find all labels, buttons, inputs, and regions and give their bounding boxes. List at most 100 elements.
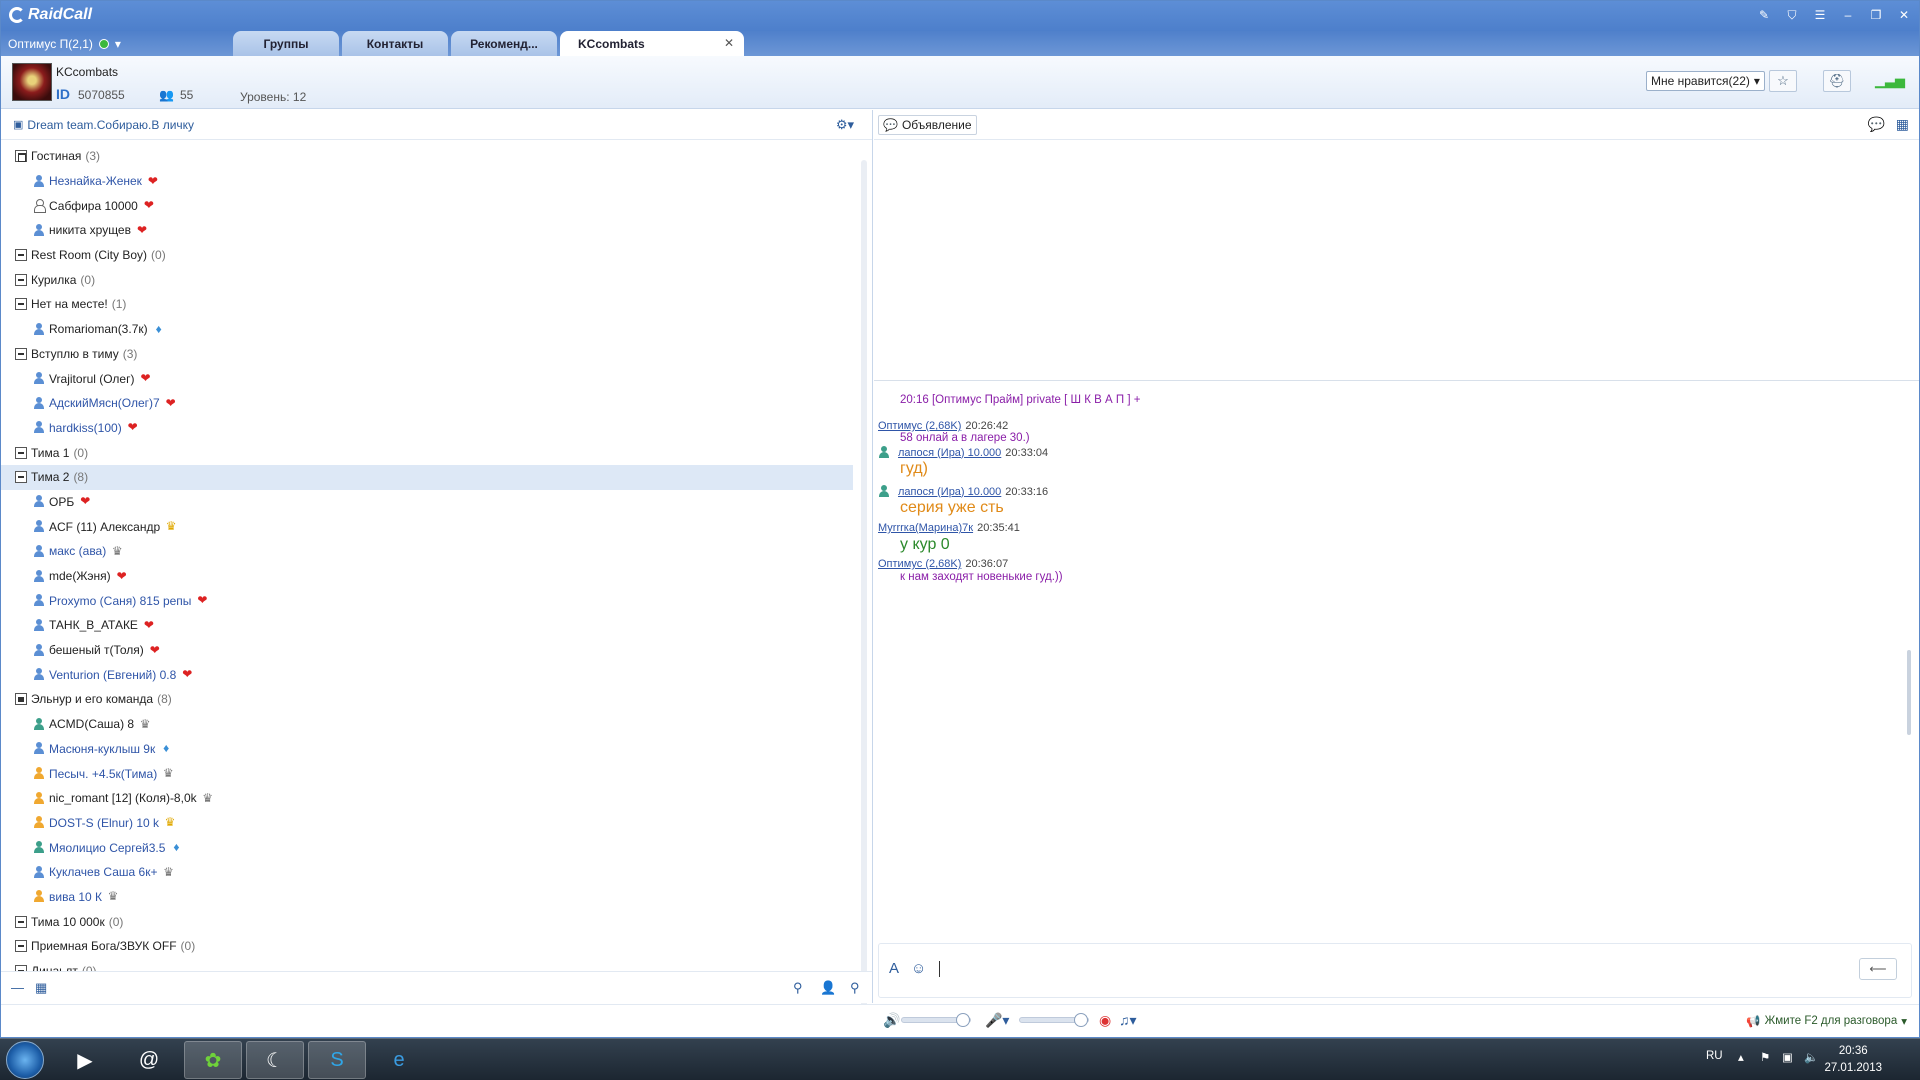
channel-user[interactable]: Proxymo (Саня) 815 репы ❤ [1, 588, 856, 613]
mail-agent-icon[interactable]: @ [120, 1041, 178, 1079]
tab-close-icon[interactable]: ✕ [724, 36, 734, 50]
chat-bubbles-icon[interactable]: 💬 [1868, 116, 1885, 133]
channel-user[interactable]: Куклачев Саша 6к+ ♛ [1, 860, 856, 885]
skype-icon[interactable]: S [308, 1041, 366, 1079]
volume-icon[interactable]: 🔈 [1804, 1050, 1818, 1064]
channel-user[interactable]: АдскийМясн(Олег)7 ❤ [1, 391, 856, 416]
edit-icon[interactable]: ✎ [1755, 6, 1773, 24]
channel-user[interactable]: Venturion (Евгений) 0.8 ❤ [1, 662, 856, 687]
favorite-star-button[interactable]: ☆ [1769, 70, 1797, 92]
channel-avatar[interactable] [12, 63, 52, 101]
channel-user[interactable]: ОРБ ❤ [1, 490, 856, 515]
room-options-icon[interactable]: ⚙▾ [836, 117, 854, 133]
channel-group[interactable]: Тима 2 (8) [1, 464, 853, 490]
channel-user[interactable]: никита хрущев ❤ [1, 218, 856, 243]
icq-icon[interactable]: ✿ [184, 1041, 242, 1079]
announcement-button[interactable]: 💬 Объявление [878, 115, 977, 135]
search-icon[interactable]: ⚲ [850, 980, 860, 996]
channel-user[interactable]: DOST-S (Elnur) 10 k ♛ [1, 811, 856, 836]
speaker-icon[interactable]: 🔊 [883, 1012, 900, 1029]
channel-user[interactable]: Незнайка-Женек ❤ [1, 169, 856, 194]
message-author-link[interactable]: Оптимус (2,68K) [878, 558, 961, 570]
channel-group[interactable]: Rest Room (City Boy) (0) [1, 243, 856, 268]
calendar-icon[interactable]: ▦ [35, 980, 47, 996]
channel-user[interactable]: бешеный т(Толя) ❤ [1, 638, 856, 663]
collapse-icon[interactable] [15, 273, 27, 286]
user-status[interactable]: Оптимус П(2,1) ▾ [8, 37, 121, 51]
channel-user[interactable]: ТАНК_В_АТАКЕ ❤ [1, 613, 856, 638]
microphone-volume-slider[interactable] [1019, 1013, 1089, 1027]
music-icon[interactable]: ♫▾ [1119, 1012, 1137, 1029]
slider-knob[interactable] [1074, 1013, 1088, 1027]
channel-user[interactable]: Romarioman(3.7к) ♦ [1, 317, 856, 342]
channel-user[interactable]: mde(Жэня) ❤ [1, 564, 856, 589]
channel-group[interactable]: Нет на месте! (1) [1, 292, 856, 317]
collapse-icon[interactable] [15, 915, 27, 928]
channel-user[interactable]: макс (ава) ♛ [1, 539, 856, 564]
send-button[interactable]: ⟵ [1859, 958, 1897, 980]
emoji-icon[interactable]: ☺ [911, 960, 926, 977]
collapse-icon[interactable] [15, 298, 27, 311]
restore-icon[interactable]: ❐ [1867, 6, 1885, 24]
collapse-icon[interactable] [15, 347, 27, 360]
channel-user[interactable]: Песыч. +4.5к(Тима) ♛ [1, 761, 856, 786]
message-author-link[interactable]: лапося (Ира) 10.000 [898, 447, 1001, 459]
tab-groups[interactable]: Группы [233, 31, 339, 56]
collapse-icon[interactable]: — [11, 980, 24, 995]
channel-user[interactable]: ACF (11) Александр ♛ [1, 514, 856, 539]
message-author-link[interactable]: Оптимус (2,68K) [878, 420, 961, 432]
collapse-icon[interactable] [15, 471, 27, 484]
tab-recommended[interactable]: Рекоменд... [451, 31, 557, 56]
close-icon[interactable]: ✕ [1895, 6, 1913, 24]
tree-scrollbar[interactable] [861, 160, 867, 1010]
push-to-talk-button[interactable]: 📢 Жмите F2 для разговора ▾ [1746, 1014, 1907, 1028]
raidcall-taskbar-icon[interactable]: ☾ [246, 1041, 304, 1079]
system-clock[interactable]: 20:36 27.01.2013 [1824, 1043, 1882, 1077]
minimize-icon[interactable]: – [1839, 6, 1857, 24]
home-icon[interactable] [15, 150, 27, 163]
message-author-link[interactable]: лапося (Ира) 10.000 [898, 486, 1001, 498]
channel-group[interactable]: Тима 1 (0) [1, 440, 856, 465]
start-button[interactable] [6, 1041, 44, 1079]
channel-settings-button[interactable]: ⛑ [1823, 70, 1851, 92]
channel-user[interactable]: Мяолицио Сергей3.5 ♦ [1, 835, 856, 860]
channel-group[interactable]: Курилка (0) [1, 267, 856, 292]
internet-explorer-icon[interactable]: e [370, 1041, 428, 1079]
channel-group[interactable]: Гостиная (3) [1, 144, 856, 169]
channel-group[interactable]: Приемная Бога/ЗВУК OFF (0) [1, 934, 856, 959]
slider-knob[interactable] [956, 1013, 970, 1027]
shirt-icon[interactable]: ⛉ [1783, 6, 1801, 24]
microphone-icon[interactable]: 🎤▾ [985, 1012, 1009, 1029]
location-icon[interactable]: ⚲ [793, 980, 803, 996]
calendar-icon[interactable]: ▦ [1896, 116, 1909, 133]
channel-user[interactable]: nic_romant [12] (Коля)-8,0k ♛ [1, 786, 856, 811]
message-input-area[interactable]: A ☺ ⟵ [878, 943, 1912, 998]
speaker-volume-slider[interactable] [901, 1013, 971, 1027]
font-format-icon[interactable]: A [889, 960, 899, 977]
network-icon[interactable]: ▣ [1782, 1050, 1793, 1064]
collapse-icon[interactable] [15, 249, 27, 262]
media-player-icon[interactable]: ▶ [56, 1041, 114, 1079]
record-icon[interactable]: ◉ [1099, 1012, 1111, 1029]
collapse-icon[interactable] [15, 940, 27, 953]
message-author-link[interactable]: Муrrrка(Марина)7к [878, 522, 973, 534]
tab-contacts[interactable]: Контакты [342, 31, 448, 56]
channel-user[interactable]: hardkiss(100) ❤ [1, 416, 856, 441]
tab-kccombats[interactable]: KCcombats ✕ [560, 31, 744, 56]
show-hidden-icons[interactable]: ▴ [1738, 1050, 1744, 1064]
lock-icon[interactable] [15, 693, 27, 706]
channel-user[interactable]: вива 10 К ♛ [1, 885, 856, 910]
channel-user[interactable]: Масюня-куклыш 9к ♦ [1, 737, 856, 762]
collapse-icon[interactable] [15, 446, 27, 459]
user-icon[interactable]: 👤 [820, 980, 836, 996]
action-center-icon[interactable]: ⚑ [1760, 1050, 1770, 1064]
chevron-down-icon[interactable]: ▾ [115, 37, 121, 51]
channel-group[interactable]: Эльнур и его команда (8) [1, 687, 856, 712]
language-indicator[interactable]: RU [1706, 1050, 1723, 1062]
channel-user[interactable]: Сабфира 10000 ❤ [1, 193, 856, 218]
channel-user[interactable]: Vrajitorul (Олег) ❤ [1, 366, 856, 391]
chat-scrollbar[interactable] [1907, 650, 1911, 735]
channel-group[interactable]: Вступлю в тиму (3) [1, 342, 856, 367]
channel-group[interactable]: Тима 10 000к (0) [1, 909, 856, 934]
like-dropdown[interactable]: Мне нравится(22) ▾ [1646, 71, 1765, 91]
